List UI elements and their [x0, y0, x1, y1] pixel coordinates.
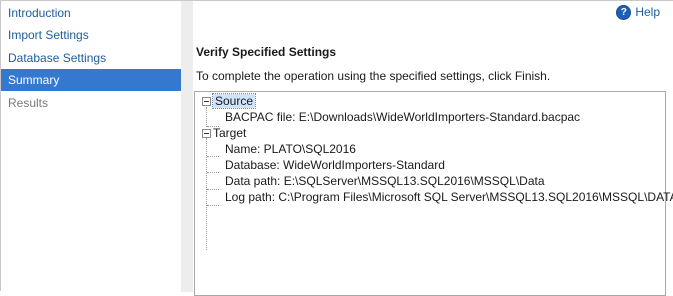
tree-node-source-label: Source: [211, 93, 257, 109]
tree-leaf-database[interactable]: Database: WideWorldImporters-Standard: [225, 157, 445, 173]
tree-leaf-bacpac-file[interactable]: BACPAC file: E:\Downloads\WideWorldImpor…: [225, 109, 580, 125]
sidebar-item-summary[interactable]: Summary: [1, 69, 181, 91]
collapse-source-icon[interactable]: [202, 97, 211, 106]
tree-connector: [207, 205, 219, 206]
settings-tree[interactable]: Source BACPAC file: E:\Downloads\WideWor…: [194, 91, 673, 296]
help-icon: ?: [616, 4, 632, 20]
tree-leaf-name[interactable]: Name: PLATO\SQL2016: [225, 141, 356, 157]
sidebar-item-import-settings[interactable]: Import Settings: [1, 24, 181, 46]
help-label: Help: [635, 5, 660, 19]
page-title: Verify Specified Settings: [196, 45, 337, 59]
tree-leaf-log-path[interactable]: Log path: C:\Program Files\Microsoft SQL…: [225, 189, 673, 205]
tree-leaf-data-path[interactable]: Data path: E:\SQLServer\MSSQL13.SQL2016\…: [225, 173, 545, 189]
tree-connector: [206, 138, 207, 250]
tree-connector: [206, 107, 207, 127]
tree-node-source[interactable]: Source: [211, 93, 257, 109]
sidebar-item-database-settings[interactable]: Database Settings: [1, 47, 181, 69]
sidebar-item-results: Results: [8, 96, 49, 110]
wizard-window: Introduction Import Settings Database Se…: [0, 0, 673, 296]
tree-connector: [207, 172, 219, 173]
tree-connector: [207, 189, 219, 190]
help-button[interactable]: ? Help: [616, 4, 660, 20]
summary-page: ? Help Verify Specified Settings To comp…: [193, 1, 673, 296]
wizard-sidebar: Introduction Import Settings Database Se…: [1, 1, 182, 292]
page-instruction: To complete the operation using the spec…: [196, 69, 551, 83]
collapse-target-icon[interactable]: [202, 129, 211, 138]
sidebar-splitter: [181, 1, 193, 292]
tree-node-target[interactable]: Target: [213, 125, 246, 141]
sidebar-item-introduction[interactable]: Introduction: [1, 2, 181, 24]
tree-connector: [207, 156, 219, 157]
